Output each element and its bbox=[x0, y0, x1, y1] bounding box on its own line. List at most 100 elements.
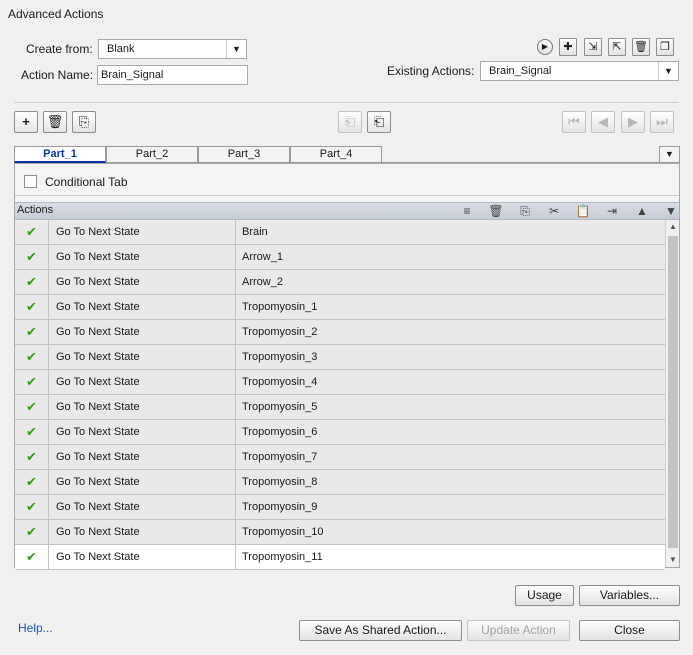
scroll-up-icon[interactable]: ▲ bbox=[666, 220, 680, 234]
help-link[interactable]: Help... bbox=[18, 621, 53, 635]
action-cell: Go To Next State bbox=[56, 526, 140, 538]
target-cell: Brain bbox=[242, 226, 268, 238]
cut-row-icon[interactable]: ✂ bbox=[546, 204, 562, 218]
actions-toolbar: Actions ≡ 🗑 ⎘ ✂ 📋 ⇥ ▲ ▼ bbox=[15, 202, 679, 220]
existing-actions-select[interactable]: Brain_Signal ▼ bbox=[480, 61, 679, 81]
table-row[interactable]: ✔ Go To Next State Tropomyosin_10 bbox=[15, 520, 665, 545]
vertical-scrollbar[interactable]: ▲ ▼ bbox=[665, 220, 679, 567]
paste-decision-icon[interactable]: ⎗ bbox=[338, 111, 362, 133]
tabs-overflow-chevron-icon[interactable]: ▼ bbox=[659, 146, 680, 163]
tab-part-4[interactable]: Part_4 bbox=[290, 146, 382, 163]
paste-row-icon[interactable]: 📋 bbox=[575, 204, 591, 218]
tab-part-2[interactable]: Part_2 bbox=[106, 146, 198, 163]
check-icon: ✔ bbox=[15, 270, 49, 294]
table-row[interactable]: ✔ Go To Next State Tropomyosin_3 bbox=[15, 345, 665, 370]
usage-button[interactable]: Usage bbox=[515, 585, 574, 606]
add-decision-icon[interactable]: + bbox=[14, 111, 38, 133]
table-row[interactable]: ✔ Go To Next State Tropomyosin_9 bbox=[15, 495, 665, 520]
paste-block-icon[interactable]: ⎗ bbox=[367, 111, 391, 133]
table-row[interactable]: ✔ Go To Next State Tropomyosin_8 bbox=[15, 470, 665, 495]
delete-row-icon[interactable]: 🗑 bbox=[488, 204, 504, 218]
next-decision-icon[interactable]: ▶ bbox=[621, 111, 645, 133]
action-cell: Go To Next State bbox=[56, 401, 140, 413]
check-icon: ✔ bbox=[15, 445, 49, 469]
prev-decision-icon[interactable]: ◀ bbox=[591, 111, 615, 133]
action-cell: Go To Next State bbox=[56, 351, 140, 363]
action-cell: Go To Next State bbox=[56, 476, 140, 488]
check-icon: ✔ bbox=[15, 220, 49, 244]
table-row[interactable]: ✔ Go To Next State Tropomyosin_5 bbox=[15, 395, 665, 420]
existing-actions-value: Brain_Signal bbox=[489, 65, 552, 77]
check-icon: ✔ bbox=[15, 320, 49, 344]
first-decision-icon[interactable]: ⏮ bbox=[562, 111, 586, 133]
variables-button[interactable]: Variables... bbox=[579, 585, 680, 606]
target-cell: Tropomyosin_6 bbox=[242, 426, 318, 438]
preview-play-icon[interactable]: ▶ bbox=[537, 39, 553, 55]
conditional-tab-label: Conditional Tab bbox=[45, 175, 128, 189]
action-cell: Go To Next State bbox=[56, 276, 140, 288]
copy-row-icon[interactable]: ⎘ bbox=[517, 204, 533, 219]
table-row[interactable]: ✔ Go To Next State Arrow_1 bbox=[15, 245, 665, 270]
table-row[interactable]: ✔ Go To Next State Tropomyosin_7 bbox=[15, 445, 665, 470]
check-icon: ✔ bbox=[15, 245, 49, 269]
create-from-value: Blank bbox=[107, 43, 135, 55]
divider bbox=[14, 102, 679, 103]
save-shared-action-button[interactable]: Save As Shared Action... bbox=[299, 620, 462, 641]
scroll-down-icon[interactable]: ▼ bbox=[666, 553, 680, 567]
action-cell: Go To Next State bbox=[56, 226, 140, 238]
insert-row-icon[interactable]: ≡ bbox=[459, 204, 475, 218]
import-icon[interactable]: ⇲ bbox=[584, 38, 602, 56]
existing-actions-label: Existing Actions: bbox=[387, 64, 475, 78]
action-cell: Go To Next State bbox=[56, 501, 140, 513]
check-icon: ✔ bbox=[15, 395, 49, 419]
action-cell: Go To Next State bbox=[56, 451, 140, 463]
target-cell: Tropomyosin_7 bbox=[242, 451, 318, 463]
indent-row-icon[interactable]: ⇥ bbox=[604, 204, 620, 218]
create-from-select[interactable]: Blank ▼ bbox=[98, 39, 247, 59]
target-cell: Tropomyosin_4 bbox=[242, 376, 318, 388]
remove-decision-icon[interactable]: 🗑 bbox=[43, 111, 67, 133]
target-cell: Tropomyosin_3 bbox=[242, 351, 318, 363]
move-down-icon[interactable]: ▼ bbox=[663, 204, 679, 218]
actions-table: ✔ Go To Next State Brain ✔ Go To Next State… bbox=[15, 220, 665, 570]
target-cell: Tropomyosin_10 bbox=[242, 526, 324, 538]
divider bbox=[15, 195, 679, 196]
copy-decision-icon[interactable]: ⎘ bbox=[72, 111, 96, 133]
target-cell: Tropomyosin_11 bbox=[242, 551, 323, 563]
table-row[interactable]: ✔ Go To Next State Tropomyosin_6 bbox=[15, 420, 665, 445]
checkbox-box[interactable] bbox=[24, 175, 37, 188]
tab-part-3[interactable]: Part_3 bbox=[198, 146, 290, 163]
action-name-label: Action Name: bbox=[21, 68, 94, 82]
action-cell: Go To Next State bbox=[56, 376, 140, 388]
add-action-icon[interactable]: ✚ bbox=[559, 38, 577, 56]
export-icon[interactable]: ⇱ bbox=[608, 38, 626, 56]
move-up-icon[interactable]: ▲ bbox=[634, 204, 650, 218]
action-name-input[interactable]: Brain_Signal bbox=[97, 65, 248, 85]
check-icon: ✔ bbox=[15, 470, 49, 494]
duplicate-action-icon[interactable]: ❐ bbox=[656, 38, 674, 56]
check-icon: ✔ bbox=[15, 295, 49, 319]
last-decision-icon[interactable]: ⏭ bbox=[650, 111, 674, 133]
target-cell: Tropomyosin_5 bbox=[242, 401, 318, 413]
table-row[interactable]: ✔ Go To Next State Tropomyosin_4 bbox=[15, 370, 665, 395]
check-icon: ✔ bbox=[15, 545, 49, 569]
scroll-thumb[interactable] bbox=[668, 236, 678, 548]
delete-action-icon[interactable]: 🗑 bbox=[632, 38, 650, 56]
target-cell: Arrow_1 bbox=[242, 251, 283, 263]
window-title: Advanced Actions bbox=[8, 7, 104, 21]
check-icon: ✔ bbox=[15, 495, 49, 519]
close-button[interactable]: Close bbox=[579, 620, 680, 641]
actions-header: Actions bbox=[17, 204, 54, 216]
table-row[interactable]: ✔ Go To Next State Tropomyosin_1 bbox=[15, 295, 665, 320]
conditional-tab-checkbox[interactable]: Conditional Tab bbox=[24, 175, 128, 189]
action-cell: Go To Next State bbox=[56, 301, 140, 313]
update-action-button[interactable]: Update Action bbox=[467, 620, 570, 641]
check-icon: ✔ bbox=[15, 345, 49, 369]
action-cell: Go To Next State bbox=[56, 426, 140, 438]
table-row[interactable]: ✔ Go To Next State Brain bbox=[15, 220, 665, 245]
table-row-selected[interactable]: ✔ Go To Next State Tropomyosin_11 bbox=[15, 545, 665, 570]
table-row[interactable]: ✔ Go To Next State Tropomyosin_2 bbox=[15, 320, 665, 345]
action-cell: Go To Next State bbox=[56, 326, 140, 338]
tab-part-1[interactable]: Part_1 bbox=[14, 146, 106, 163]
table-row[interactable]: ✔ Go To Next State Arrow_2 bbox=[15, 270, 665, 295]
